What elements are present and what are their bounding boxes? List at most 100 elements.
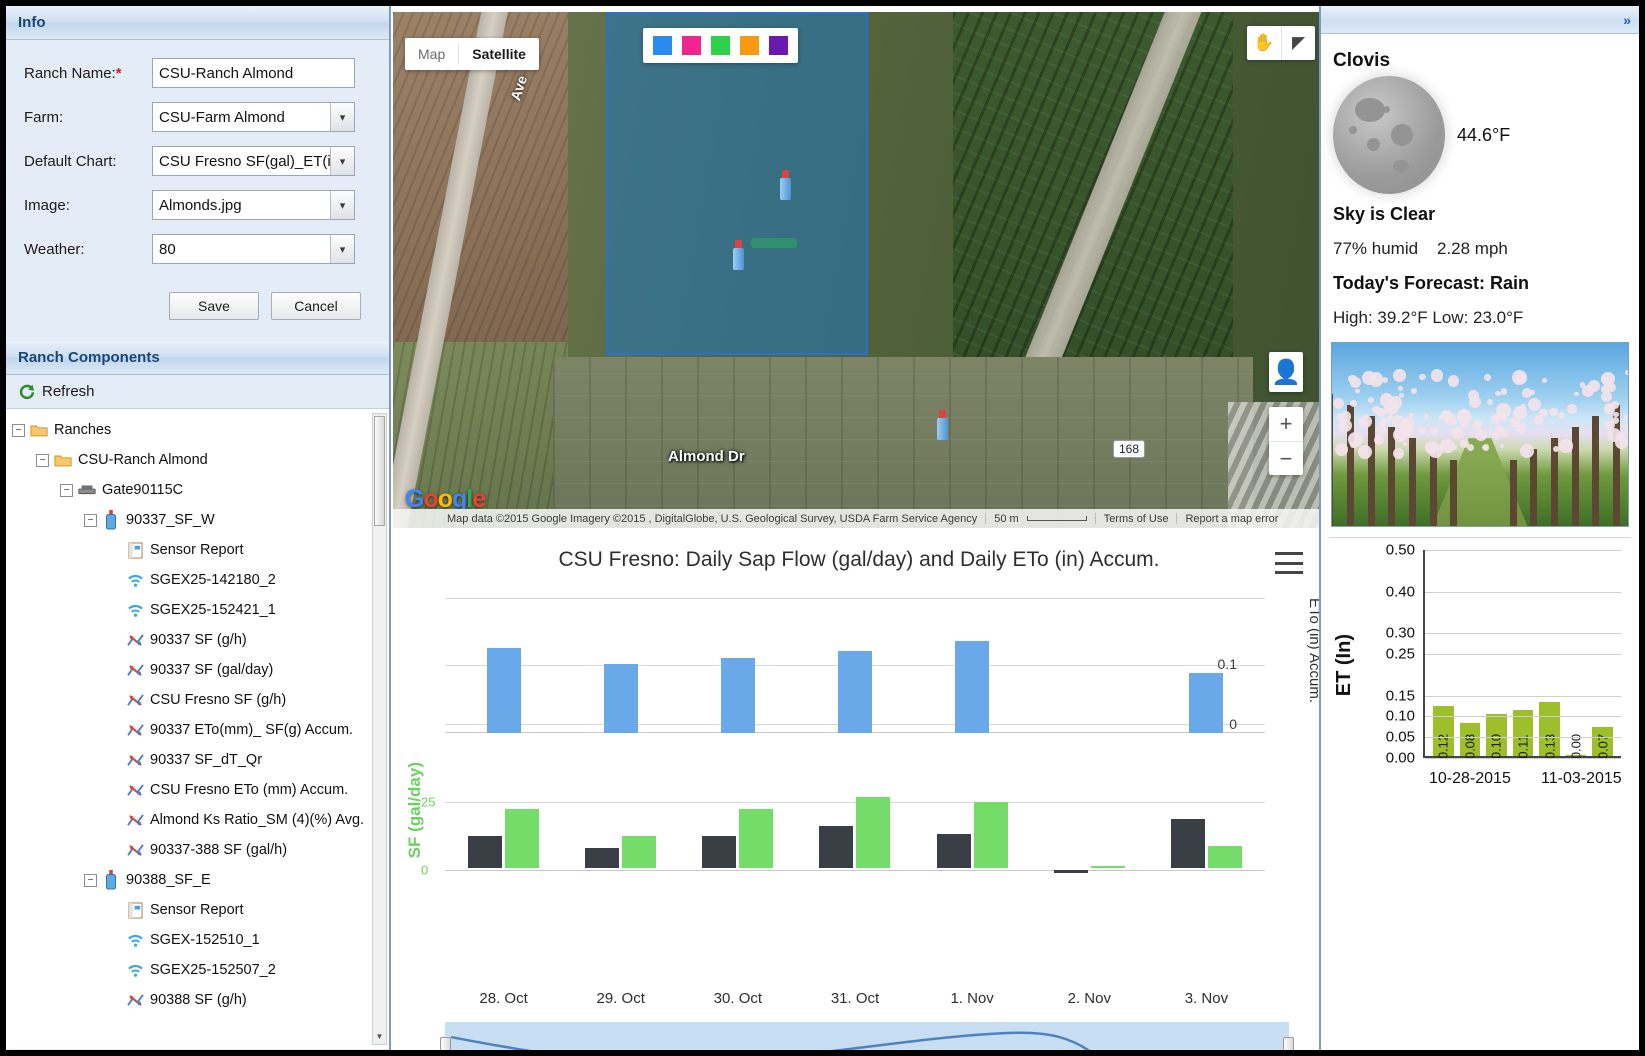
legend-swatch-magenta[interactable] [682, 36, 701, 55]
tree-node[interactable]: CSU Fresno ETo (mm) Accum. [12, 775, 389, 805]
weather-field-wrap[interactable]: 80 ▾ [152, 234, 355, 264]
terms-of-use-link[interactable]: Terms of Use [1104, 513, 1169, 525]
tree-node[interactable]: SGEX25-152507_2 [12, 955, 389, 985]
tree-node[interactable]: SGEX25-152421_1 [12, 595, 389, 625]
zoom-in-button[interactable]: + [1269, 407, 1303, 441]
tree-collapse-icon[interactable]: − [36, 454, 49, 467]
map-color-legend[interactable] [643, 28, 798, 63]
sf-green-bar[interactable] [974, 802, 1008, 868]
hamburger-menu-icon[interactable] [1275, 552, 1303, 574]
tree-node[interactable]: 90337 SF (g/h) [12, 625, 389, 655]
et-bar[interactable]: 0.10 [1486, 714, 1507, 756]
ranch-name-input[interactable] [152, 58, 355, 88]
legend-swatch-orange[interactable] [740, 36, 759, 55]
farm-field-wrap[interactable]: CSU-Farm Almond ▾ [152, 102, 355, 132]
map-draw-toolbar[interactable]: ✋ ◤ [1247, 26, 1315, 60]
eto-bar-group[interactable] [914, 598, 1031, 733]
tree-node[interactable]: −Ranches [12, 415, 389, 445]
et-bar[interactable]: 0.12 [1433, 706, 1454, 756]
tree-node[interactable]: 90337 ETo(mm)_ SF(g) Accum. [12, 715, 389, 745]
street-view-pegman-icon[interactable]: 👤 [1269, 352, 1303, 392]
pan-hand-icon[interactable]: ✋ [1247, 26, 1281, 60]
sf-bar-group[interactable] [796, 760, 913, 880]
eto-bar-group[interactable] [679, 598, 796, 733]
tree-collapse-icon[interactable]: − [12, 424, 25, 437]
eto-bar[interactable] [604, 664, 638, 733]
tree-node[interactable]: −Gate90115C [12, 475, 389, 505]
sf-green-bar[interactable] [505, 809, 539, 868]
scroll-down-icon[interactable]: ▼ [373, 1032, 386, 1045]
map-sensor-marker[interactable] [731, 240, 745, 270]
map-sensor-marker[interactable] [935, 410, 949, 440]
tree-node[interactable]: −90388_SF_E [12, 865, 389, 895]
sf-dark-bar[interactable] [468, 836, 502, 868]
default-chart-field-wrap[interactable]: CSU Fresno SF(gal)_ET(in) ▾ [152, 146, 355, 176]
chevron-down-icon[interactable]: ▾ [330, 191, 354, 219]
image-select[interactable]: Almonds.jpg [152, 190, 355, 220]
sf-green-bar[interactable] [739, 809, 773, 868]
eto-bar-group[interactable] [1031, 598, 1148, 733]
tree-node[interactable]: SGEX25-142180_2 [12, 565, 389, 595]
tree-node[interactable]: 90388 SF (g/h) [12, 985, 389, 1015]
sf-bar-group[interactable] [679, 760, 796, 880]
map-type-map-button[interactable]: Map [405, 38, 458, 70]
polygon-tool-icon[interactable]: ◤ [1281, 26, 1315, 60]
eto-bar[interactable] [487, 648, 521, 733]
chevron-down-icon[interactable]: ▾ [330, 235, 354, 263]
sf-bar-group[interactable] [445, 760, 562, 880]
sf-dark-bar[interactable] [819, 826, 853, 868]
cancel-button[interactable]: Cancel [271, 292, 361, 320]
navigator-handle-left[interactable] [440, 1037, 451, 1056]
default-chart-select[interactable]: CSU Fresno SF(gal)_ET(in) [152, 146, 355, 176]
tree-collapse-icon[interactable]: − [84, 874, 97, 887]
sf-bar-group[interactable] [1148, 760, 1265, 880]
map-zoom-control[interactable]: + − [1269, 407, 1303, 475]
tree-node[interactable]: −90337_SF_W [12, 505, 389, 535]
sf-bar-group[interactable] [562, 760, 679, 880]
map-type-satellite-button[interactable]: Satellite [459, 38, 539, 70]
scrollbar-thumb[interactable] [374, 416, 385, 526]
sf-bar-group[interactable] [914, 760, 1031, 880]
map-sensor-marker[interactable] [778, 170, 792, 200]
et-bar[interactable]: 0.00 [1566, 755, 1587, 756]
save-button[interactable]: Save [169, 292, 259, 320]
legend-swatch-purple[interactable] [769, 36, 788, 55]
eto-bar-group[interactable] [1148, 598, 1265, 733]
tree-collapse-icon[interactable]: − [60, 484, 73, 497]
tree-node[interactable]: −CSU-Ranch Almond [12, 445, 389, 475]
tree-node[interactable]: Sensor Report [12, 535, 389, 565]
tree-node[interactable]: 90337-388 SF (gal/h) [12, 835, 389, 865]
sf-dark-bar[interactable] [1054, 870, 1088, 872]
navigator-handle-right[interactable] [1283, 1037, 1294, 1056]
legend-swatch-blue[interactable] [653, 36, 672, 55]
map-type-control[interactable]: Map Satellite [405, 38, 539, 70]
chevron-down-icon[interactable]: ▾ [330, 103, 354, 131]
satellite-map[interactable]: Ave Almond Dr Map Satellite ✋ ◤ 👤 + − 16… [393, 12, 1325, 528]
image-field-wrap[interactable]: Almonds.jpg ▾ [152, 190, 355, 220]
eto-bar-group[interactable] [562, 598, 679, 733]
et-bar[interactable]: 0.07 [1592, 727, 1613, 756]
sf-bar-group[interactable] [1031, 760, 1148, 880]
eto-bar[interactable] [1189, 673, 1223, 733]
tree-scrollbar[interactable]: ▲ ▼ [372, 413, 387, 1045]
eto-bar-group[interactable] [445, 598, 562, 733]
chevron-down-icon[interactable]: ▾ [330, 147, 354, 175]
eto-bar-group[interactable] [796, 598, 913, 733]
tree-node[interactable]: CSU Fresno SF (g/h) [12, 685, 389, 715]
tree-collapse-icon[interactable]: − [84, 514, 97, 527]
sf-dark-bar[interactable] [702, 836, 736, 868]
refresh-toolbar[interactable]: Refresh [6, 375, 389, 409]
sf-green-bar[interactable] [1208, 846, 1242, 868]
sf-dark-bar[interactable] [1171, 819, 1205, 868]
zoom-out-button[interactable]: − [1269, 441, 1303, 475]
eto-bar[interactable] [721, 658, 755, 733]
tree-node[interactable]: SGEX-152510_1 [12, 925, 389, 955]
collapse-panel-icon[interactable]: » [1623, 12, 1631, 28]
farm-select[interactable]: CSU-Farm Almond [152, 102, 355, 132]
sf-dark-bar[interactable] [937, 834, 971, 868]
selected-field-polygon[interactable] [606, 12, 868, 355]
sf-dark-bar[interactable] [585, 848, 619, 868]
et-bar[interactable]: 0.08 [1460, 723, 1481, 756]
report-map-error-link[interactable]: Report a map error [1185, 513, 1278, 525]
chart-navigator[interactable]: 30. Oct 1. Nov 3. Nov [445, 1022, 1289, 1056]
